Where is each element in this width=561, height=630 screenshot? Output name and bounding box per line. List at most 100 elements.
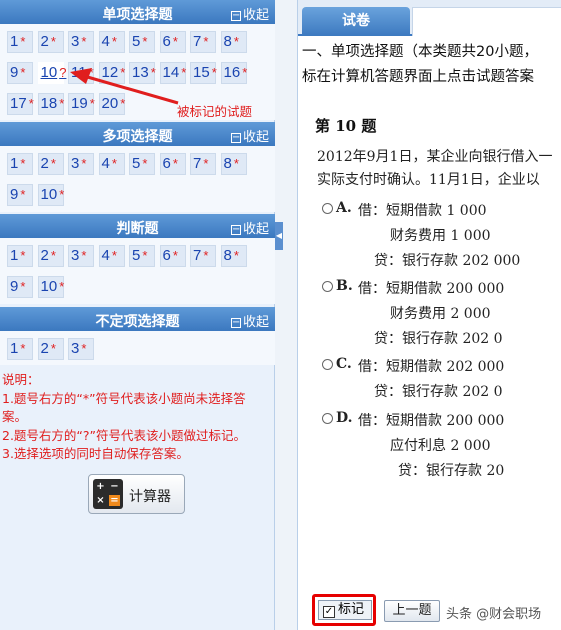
question-button[interactable]: 2 * — [37, 31, 64, 53]
instruction-line: 2.题号右方的“?”符号代表该小题做过标记。 — [2, 427, 247, 443]
section-description: 一、单项选择题（本类题共20小题， — [302, 44, 538, 60]
tab-exam-paper[interactable]: 试卷 — [302, 7, 410, 36]
question-button[interactable]: 16 * — [220, 62, 247, 84]
question-number: 6 — [162, 33, 171, 50]
question-button[interactable]: 2 * — [37, 338, 64, 360]
question-button[interactable]: 20 * — [98, 93, 125, 115]
option-radio[interactable] — [322, 413, 333, 424]
question-button[interactable]: 11 * — [68, 62, 94, 84]
option-letter: D. — [336, 410, 353, 426]
question-number: 8 — [223, 155, 232, 172]
mark-button[interactable]: ✓ 标记 — [318, 600, 372, 620]
question-number: 6 — [162, 155, 171, 172]
instruction-line: 案。 — [2, 409, 28, 424]
question-status-mark: * — [211, 65, 217, 80]
question-button[interactable]: 12 * — [98, 62, 125, 84]
section-header: 判断题 − 收起 — [0, 214, 275, 238]
exam-paper-panel: 试卷 一、单项选择题（本类题共20小题， 标在计算机答题界面上点击试题答案第 10… — [297, 0, 561, 630]
question-status-mark: * — [50, 341, 56, 356]
question-button[interactable]: 19 * — [68, 93, 95, 115]
question-button[interactable]: 3 * — [68, 31, 94, 53]
question-button[interactable]: 6 * — [159, 31, 186, 53]
option-radio[interactable] — [322, 281, 333, 292]
collapse-toggle[interactable]: − 收起 — [230, 126, 269, 145]
question-number: 3 — [71, 33, 80, 50]
question-button[interactable]: 4 * — [98, 153, 125, 175]
collapse-toggle[interactable]: − 收起 — [230, 218, 269, 237]
question-button[interactable]: 2 * — [37, 245, 64, 267]
question-number: 3 — [71, 155, 80, 172]
question-button[interactable]: 9 * — [7, 276, 33, 298]
question-button[interactable]: 3 * — [68, 153, 94, 175]
question-button[interactable]: 7 * — [190, 31, 216, 53]
question-number: 9 — [10, 186, 19, 203]
panel-splitter[interactable]: ◀ — [275, 0, 297, 630]
collapse-toggle[interactable]: − 收起 — [230, 311, 269, 330]
previous-question-button[interactable]: 上一题 — [384, 600, 440, 622]
minus-icon: − — [230, 10, 241, 21]
option-line: 贷：银行存款 202 000 — [374, 253, 521, 269]
question-status-mark: * — [50, 156, 56, 171]
question-number: 10 — [40, 186, 58, 203]
option-line: 财务费用 1 000 — [390, 228, 491, 244]
question-number: 7 — [193, 155, 202, 172]
question-button[interactable]: 17 * — [7, 93, 34, 115]
collapse-panel-icon[interactable]: ◀ — [275, 222, 283, 250]
question-status-mark: * — [142, 156, 148, 171]
question-button[interactable]: 10 * — [37, 184, 65, 206]
question-number: 7 — [193, 247, 202, 264]
question-button[interactable]: 13 * — [129, 62, 156, 84]
option-line: 贷：银行存款 202 0 — [374, 384, 503, 400]
question-button[interactable]: 1 * — [7, 338, 33, 360]
question-status-mark: * — [111, 34, 117, 49]
minus-icon: − — [230, 132, 241, 143]
question-button[interactable]: 7 * — [190, 153, 216, 175]
question-button[interactable]: 1 * — [7, 31, 33, 53]
question-number: 17 — [10, 95, 27, 112]
question-number: 11 — [71, 64, 87, 81]
question-status-mark: * — [59, 187, 65, 202]
question-button[interactable]: 1 * — [7, 245, 33, 267]
question-button[interactable]: 6 * — [159, 153, 186, 175]
question-number: 3 — [71, 340, 80, 357]
question-button[interactable]: 9 * — [7, 184, 33, 206]
question-button[interactable]: 5 * — [129, 245, 155, 267]
collapse-label: 收起 — [242, 8, 269, 23]
question-button[interactable]: 18 * — [37, 93, 64, 115]
minus-icon: − — [230, 224, 241, 235]
option-radio[interactable] — [322, 203, 333, 214]
question-status-mark: * — [28, 96, 34, 111]
question-button[interactable]: 5 * — [129, 31, 155, 53]
calculator-button[interactable]: + − × = 计算器 — [88, 474, 185, 514]
question-button[interactable]: 8 * — [220, 245, 247, 267]
question-button[interactable]: 4 * — [98, 245, 125, 267]
question-button[interactable]: 3 * — [68, 338, 94, 360]
option-letter: C. — [336, 356, 352, 372]
question-button[interactable]: 4 * — [98, 31, 125, 53]
question-button[interactable]: 8 * — [220, 153, 247, 175]
question-button[interactable]: 3 * — [68, 245, 94, 267]
question-button[interactable]: 8 * — [220, 31, 247, 53]
question-status-mark: * — [59, 279, 65, 294]
question-button[interactable]: 5 * — [129, 153, 155, 175]
option-radio[interactable] — [322, 359, 333, 370]
tab-bar: 试卷 — [298, 0, 561, 36]
instruction-line: 3.选择选项的同时自动保存答案。 — [2, 446, 189, 461]
question-button[interactable]: 7 * — [190, 245, 216, 267]
question-button[interactable]: 9 * — [7, 62, 33, 84]
question-button[interactable]: 6 * — [159, 245, 186, 267]
question-number: 3 — [71, 247, 80, 264]
question-status-mark: * — [50, 248, 56, 263]
question-status-mark: * — [81, 341, 87, 356]
calculator-icon: + − × = — [93, 479, 123, 509]
question-button[interactable]: 15 * — [190, 62, 217, 84]
watermark: 头条 @财会职场 — [446, 607, 542, 622]
question-button[interactable]: 10 * — [37, 276, 65, 298]
question-button[interactable]: 2 * — [37, 153, 64, 175]
question-number: 14 — [162, 64, 180, 81]
question-button[interactable]: 1 * — [7, 153, 33, 175]
question-status-mark: * — [89, 96, 95, 111]
question-button[interactable]: 14 * — [159, 62, 186, 84]
collapse-toggle[interactable]: − 收起 — [230, 4, 269, 23]
question-button[interactable]: 10? — [37, 62, 66, 84]
